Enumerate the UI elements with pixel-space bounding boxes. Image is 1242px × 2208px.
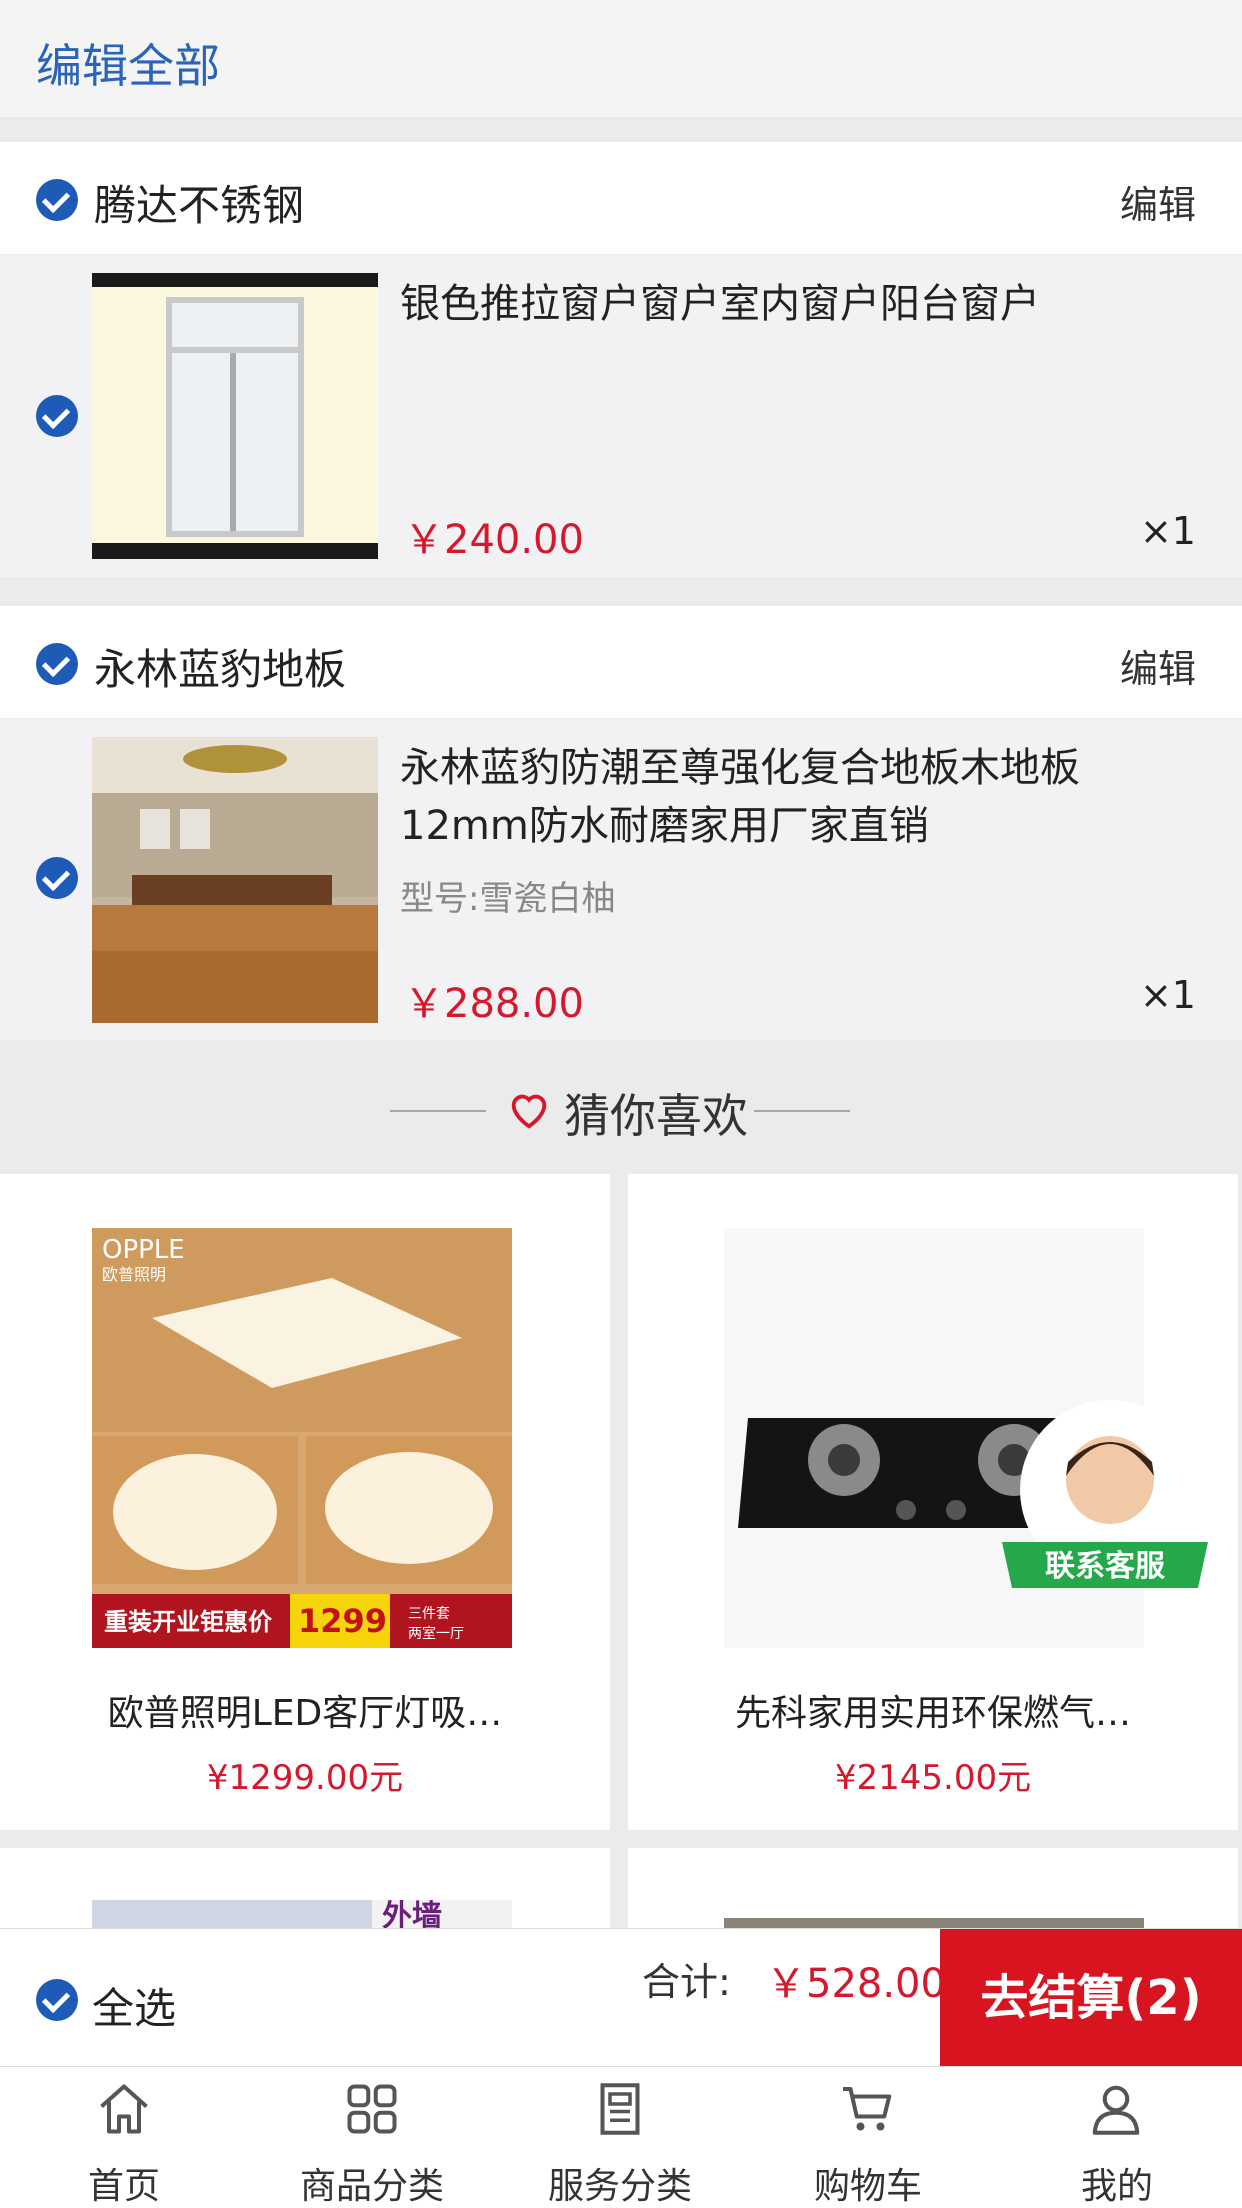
cart-item[interactable]: 银色推拉窗户窗户室内窗户阳台窗户 ￥240.00 ×1 xyxy=(0,255,1242,577)
product-price: ¥1299.00元 xyxy=(206,1758,404,1798)
product-image-window[interactable] xyxy=(92,273,378,559)
store-checkbox[interactable] xyxy=(36,179,78,221)
tab-home[interactable]: 首页 xyxy=(0,2067,248,2208)
product-image-floor[interactable] xyxy=(92,737,378,1023)
item-title[interactable]: 银色推拉窗户窗户室内窗户阳台窗户 xyxy=(400,275,1200,333)
tab-cart[interactable]: 购物车 xyxy=(744,2067,992,2208)
heart-icon xyxy=(511,1094,547,1129)
recommend-header: 猜你喜欢 xyxy=(0,1040,1242,1172)
checkout-button[interactable]: 去结算(2) xyxy=(940,1929,1242,2067)
store-header: 永林蓝豹地板 编辑 xyxy=(0,606,1242,718)
total-label: 合计: xyxy=(642,1960,731,2004)
edit-all-button[interactable]: 编辑全部 xyxy=(36,30,220,96)
item-price: ￥240.00 xyxy=(404,517,584,563)
customer-service-button[interactable]: 联系客服 xyxy=(1002,1392,1208,1604)
cart-summary-bar: 全选 合计: ￥528.00 去结算(2) xyxy=(0,1928,1242,2067)
cart-icon xyxy=(843,2087,892,2131)
product-card[interactable] xyxy=(628,1848,1238,1928)
product-price: ¥2145.00元 xyxy=(834,1758,1032,1798)
top-bar: 编辑全部 xyxy=(0,0,1242,117)
product-image-ceiling-light[interactable]: OPPLE 欧普照明 重装开业钜惠价 1299 三件套 两室一厅 xyxy=(92,1228,512,1648)
promo-price: 1299 xyxy=(298,1602,387,1640)
customer-service-label: 联系客服 xyxy=(1045,1549,1166,1584)
cart-item[interactable]: 永林蓝豹防潮至尊强化复合地板木地板12mm防水耐磨家用厂家直销 型号:雪瓷白柚 … xyxy=(0,719,1242,1041)
brand-logo-subtext: 欧普照明 xyxy=(102,1265,166,1284)
tab-label: 服务分类 xyxy=(547,2166,692,2207)
promo-text: 重装开业钜惠价 xyxy=(104,1608,273,1636)
store-header: 腾达不锈钢 编辑 xyxy=(0,142,1242,254)
home-icon xyxy=(100,2084,148,2134)
store-name: 腾达不锈钢 xyxy=(94,181,305,230)
product-name[interactable]: 先科家用实用环保燃气… xyxy=(628,1684,1238,1736)
brand-logo-text: OPPLE xyxy=(102,1235,185,1265)
partial-banner-text: 外墙 xyxy=(382,1900,442,1928)
tab-label: 商品分类 xyxy=(299,2166,444,2207)
product-card[interactable]: 外墙 xyxy=(0,1848,610,1928)
select-all-checkbox[interactable] xyxy=(36,1979,78,2021)
tab-label: 首页 xyxy=(87,2166,160,2207)
tab-profile[interactable]: 我的 xyxy=(992,2067,1242,2208)
grid-icon xyxy=(347,2084,397,2134)
item-price: ￥288.00 xyxy=(404,981,584,1027)
product-name[interactable]: 欧普照明LED客厅灯吸… xyxy=(0,1684,610,1736)
select-all-label[interactable]: 全选 xyxy=(92,1975,176,2036)
divider-right xyxy=(754,1110,850,1112)
tab-services[interactable]: 服务分类 xyxy=(496,2067,744,2208)
store-edit-button[interactable]: 编辑 xyxy=(1120,638,1196,693)
document-icon xyxy=(600,2083,640,2135)
recommend-title: 猜你喜欢 xyxy=(564,1089,748,1143)
item-checkbox[interactable] xyxy=(36,395,78,437)
total-value: ￥528.00 xyxy=(766,1961,946,2007)
tab-label: 我的 xyxy=(1080,2166,1153,2207)
tab-categories[interactable]: 商品分类 xyxy=(248,2067,496,2208)
store-checkbox[interactable] xyxy=(36,643,78,685)
item-title[interactable]: 永林蓝豹防潮至尊强化复合地板木地板12mm防水耐磨家用厂家直销 xyxy=(400,739,1180,855)
promo-tag-1: 三件套 xyxy=(408,1606,450,1622)
product-image-partial: 外墙 xyxy=(92,1900,512,1928)
promo-tag-2: 两室一厅 xyxy=(408,1625,464,1642)
user-icon xyxy=(1092,2085,1140,2135)
item-spec: 型号:雪瓷白柚 xyxy=(400,879,616,919)
item-checkbox[interactable] xyxy=(36,857,78,899)
tab-label: 购物车 xyxy=(813,2166,922,2207)
store-name: 永林蓝豹地板 xyxy=(94,645,347,694)
bottom-tab-bar: 首页 商品分类 服务分类 购物车 我的 xyxy=(0,2066,1242,2208)
store-edit-button[interactable]: 编辑 xyxy=(1120,174,1196,229)
product-image-partial xyxy=(724,1918,1144,1928)
product-card[interactable]: OPPLE 欧普照明 重装开业钜惠价 1299 三件套 两室一厅 欧普照明LED… xyxy=(0,1174,610,1830)
item-quantity: ×1 xyxy=(1139,509,1196,553)
divider-left xyxy=(390,1110,486,1112)
item-quantity: ×1 xyxy=(1139,973,1196,1017)
